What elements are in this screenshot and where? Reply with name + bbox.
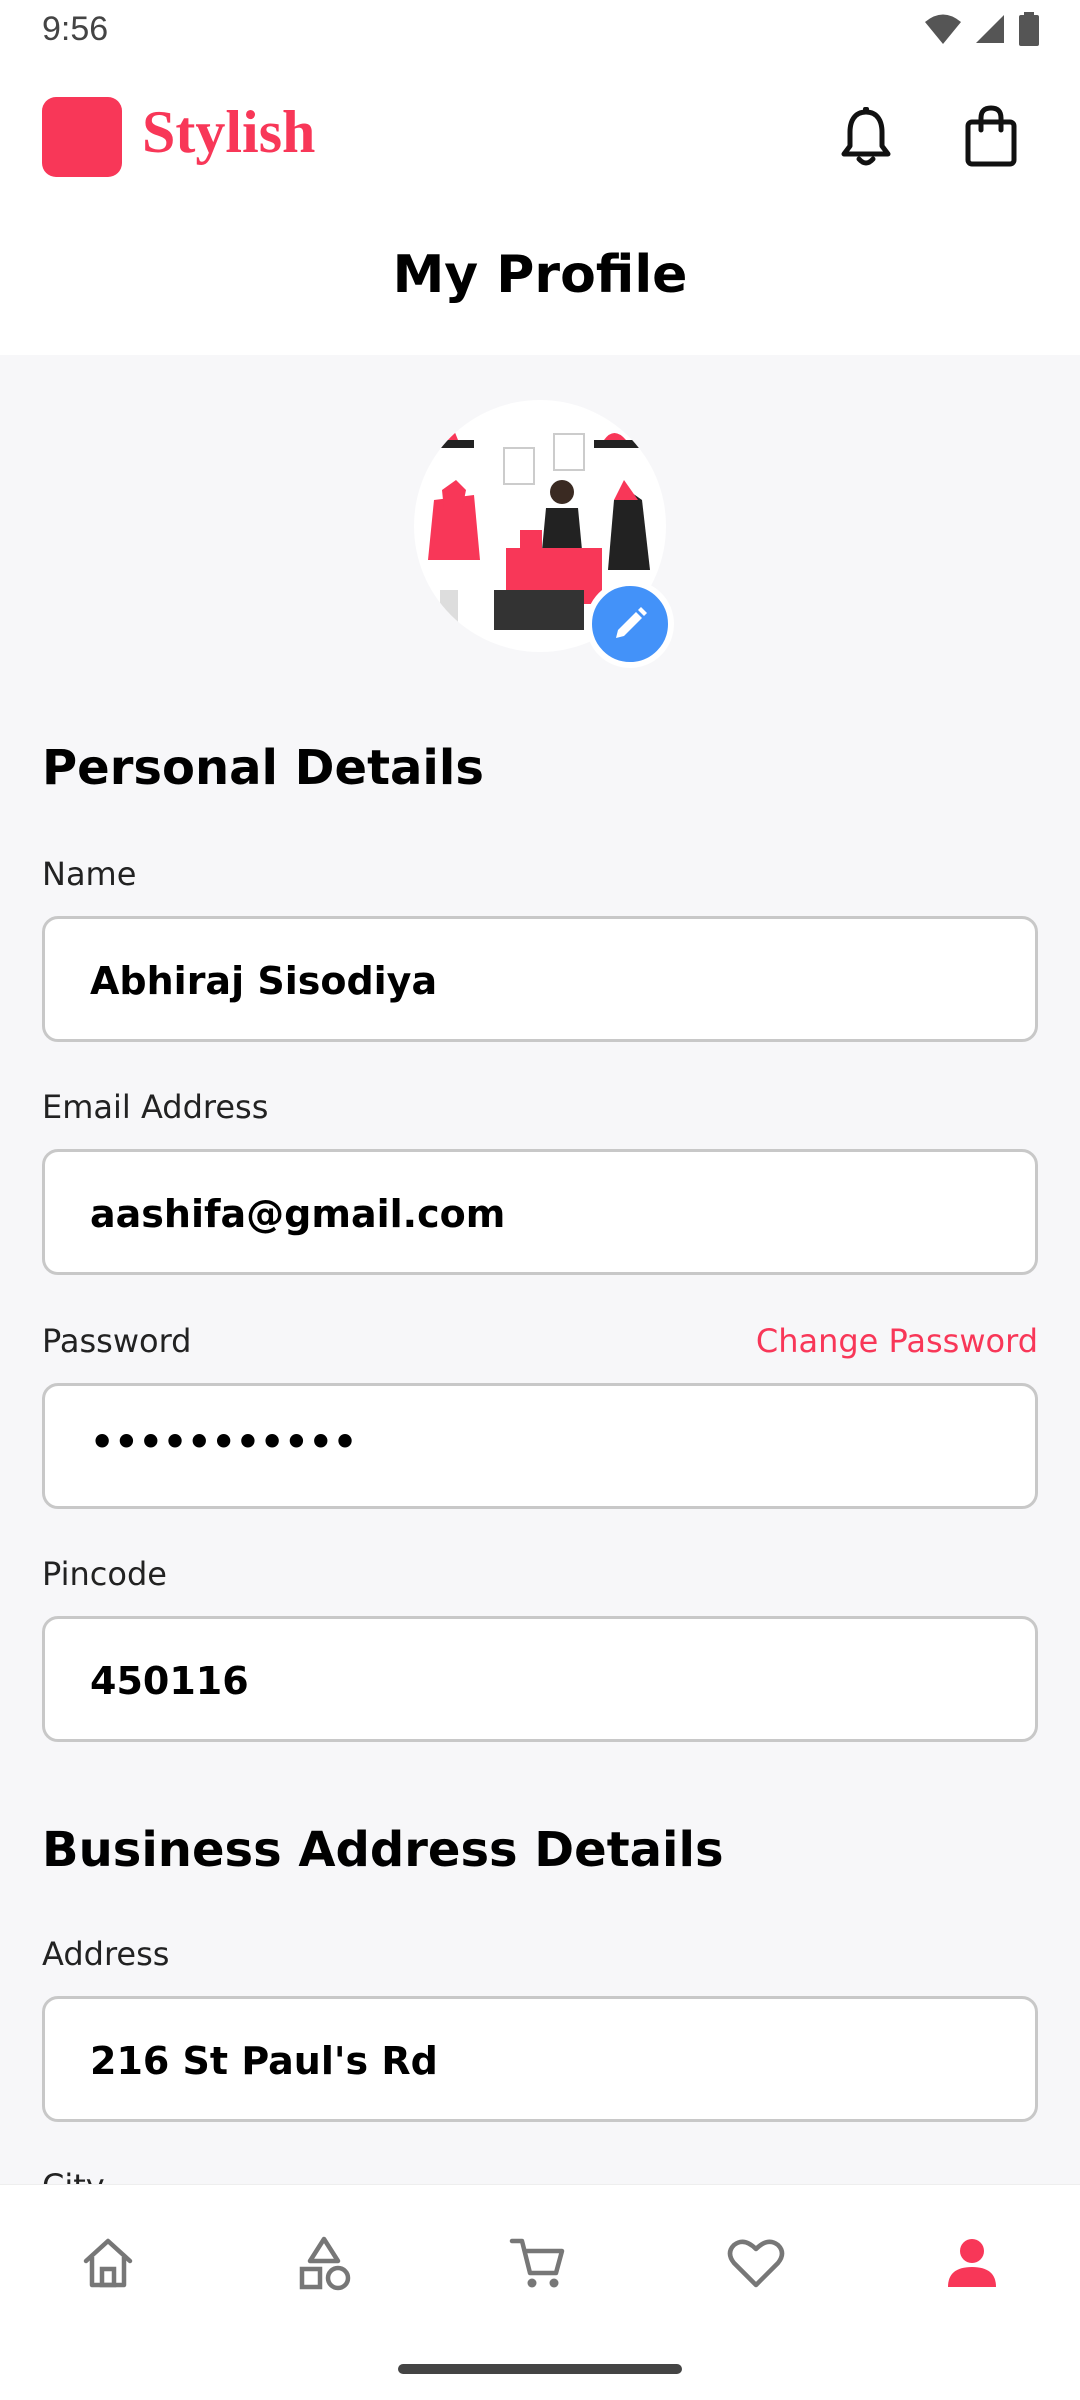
business-address-title: Business Address Details: [42, 1822, 724, 1878]
pincode-label: Pincode: [42, 1555, 167, 1593]
home-icon[interactable]: [78, 2233, 138, 2293]
name-label: Name: [42, 855, 137, 893]
page-title: My Profile: [392, 245, 688, 305]
name-field[interactable]: Abhiraj Sisodiya: [42, 916, 1038, 1042]
cart-icon[interactable]: [508, 2233, 568, 2293]
status-bar: 9:56: [0, 0, 1080, 60]
brand-name: Stylish: [142, 99, 316, 165]
email-value: aashifa@gmail.com: [90, 1192, 506, 1236]
wifi-icon: [925, 14, 961, 44]
password-label: Password: [42, 1322, 192, 1360]
wishlist-icon[interactable]: [726, 2233, 786, 2293]
signal-icon: [976, 15, 1004, 43]
home-indicator: [398, 2364, 682, 2374]
status-time: 9:56: [42, 10, 109, 48]
address-value: 216 St Paul's Rd: [90, 2039, 438, 2083]
password-field[interactable]: •••••••••••: [42, 1383, 1038, 1509]
pencil-icon: [616, 607, 647, 638]
status-icons: [924, 12, 1040, 46]
personal-details-title: Personal Details: [42, 740, 484, 796]
name-value: Abhiraj Sisodiya: [90, 959, 438, 1003]
edit-avatar-button[interactable]: [586, 580, 674, 668]
avatar-wrap: [414, 400, 674, 668]
pincode-field[interactable]: 450116: [42, 1616, 1038, 1742]
profile-content: Personal Details Name Abhiraj Sisodiya E…: [0, 355, 1080, 2205]
profile-icon[interactable]: [942, 2233, 1002, 2293]
address-label: Address: [42, 1935, 170, 1973]
change-password-link[interactable]: Change Password: [756, 1322, 1038, 1360]
categories-icon[interactable]: [294, 2233, 354, 2293]
logo-icon: [42, 97, 122, 177]
password-value: •••••••••••: [90, 1420, 358, 1464]
email-field[interactable]: aashifa@gmail.com: [42, 1149, 1038, 1275]
email-label: Email Address: [42, 1088, 269, 1126]
notification-bell-icon[interactable]: [838, 106, 894, 168]
battery-icon: [1019, 12, 1039, 46]
pincode-value: 450116: [90, 1659, 249, 1703]
app-header: Stylish: [0, 60, 1080, 210]
shopping-bag-icon[interactable]: [962, 104, 1020, 168]
address-field[interactable]: 216 St Paul's Rd: [42, 1996, 1038, 2122]
